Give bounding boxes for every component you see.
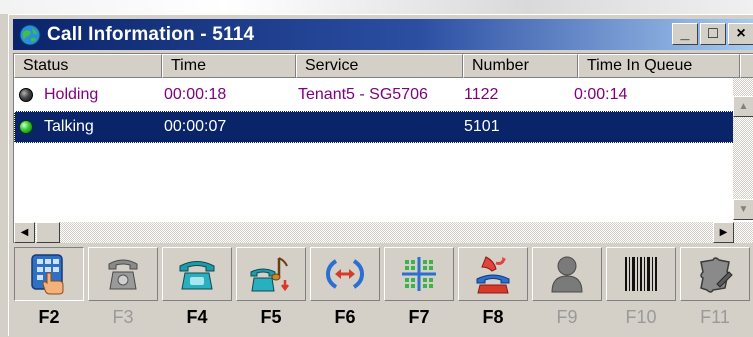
scroll-right-button[interactable]: ▶ (713, 222, 734, 243)
conference-grid-icon (402, 257, 436, 291)
f5-hold-music-button[interactable]: F5 (235, 247, 307, 333)
f3-key-label: F3 (112, 307, 134, 327)
scroll-up-icon: ▲ (738, 101, 749, 112)
title-bar[interactable]: Call Information - 5114 _ □ × (13, 19, 753, 50)
f6-key-label: F6 (334, 307, 356, 327)
table-row[interactable]: Talking 00:00:07 5101 (14, 111, 734, 143)
f7-key-label: F7 (408, 307, 430, 327)
phone-music-hold-icon (250, 257, 289, 292)
f8-key-label: F8 (482, 307, 504, 327)
maximize-icon: □ (708, 25, 718, 42)
close-button[interactable]: × (728, 23, 753, 45)
scroll-down-icon: ▼ (738, 204, 749, 215)
column-header-number[interactable]: Number (463, 54, 578, 78)
f8-hangup-button[interactable]: F8 (457, 247, 529, 333)
f9-person-button[interactable]: F9 (531, 247, 603, 333)
row-time-in-queue: 0:00:14 (574, 86, 628, 103)
person-silhouette-icon (551, 256, 583, 293)
f10-key-label: F10 (625, 307, 657, 327)
f10-barcode-button[interactable]: F10 (605, 247, 677, 333)
horizontal-scroll-thumb[interactable] (36, 222, 60, 243)
column-header-status[interactable]: Status (14, 54, 162, 78)
minimize-button[interactable]: _ (672, 23, 698, 45)
talking-status-icon (19, 120, 33, 134)
row-number: 5101 (464, 118, 500, 135)
puzzle-tool-icon (700, 257, 733, 293)
f9-key-label: F9 (556, 307, 578, 327)
minimize-icon: _ (680, 25, 690, 42)
dialpad-hand-icon (31, 254, 64, 295)
vertical-scrollbar[interactable]: ▲ ▼ (733, 78, 753, 220)
row-status: Holding (44, 86, 99, 103)
maximize-button[interactable]: □ (700, 23, 726, 45)
horizontal-scrollbar[interactable]: ◀ ▶ (14, 222, 753, 243)
call-information-window: Call Information - 5114 _ □ × Status Tim… (8, 14, 753, 336)
background-strip (0, 0, 753, 14)
phone-gray-icon (108, 259, 138, 290)
row-service: Tenant5 - SG5706 (298, 86, 428, 103)
column-header-row: Status Time Service Number Time In Queue (14, 54, 753, 78)
table-row[interactable]: Holding 00:00:18 Tenant5 - SG5706 1122 0… (14, 79, 734, 111)
column-header-time[interactable]: Time (162, 54, 296, 78)
scroll-right-icon: ▶ (719, 227, 728, 238)
transfer-arrows-icon (325, 259, 365, 289)
phone-teal-icon (179, 261, 215, 290)
row-time: 00:00:07 (164, 118, 227, 135)
row-number: 1122 (464, 86, 499, 103)
hangup-phone-icon (476, 256, 510, 294)
f4-phone-button[interactable]: F4 (161, 247, 233, 333)
barcode-icon (625, 257, 657, 291)
scroll-down-button[interactable]: ▼ (733, 199, 753, 220)
window-title: Call Information - 5114 (47, 23, 255, 45)
f5-key-label: F5 (260, 307, 282, 327)
column-header-time-in-queue[interactable]: Time In Queue (578, 54, 740, 78)
column-header-service[interactable]: Service (296, 54, 463, 78)
holding-status-icon (19, 88, 33, 102)
row-time: 00:00:18 (164, 86, 227, 103)
f6-transfer-button[interactable]: F6 (309, 247, 381, 333)
close-icon: × (736, 25, 746, 42)
scroll-left-icon: ◀ (20, 227, 29, 238)
f3-phone-button[interactable]: F3 (87, 247, 159, 333)
scroll-up-button[interactable]: ▲ (733, 96, 753, 117)
f11-key-label: F11 (700, 307, 730, 327)
f11-tool-button[interactable]: F11 (679, 247, 751, 333)
call-toolbar: F2 F3 F4 F5 F6 F7 F8 F9 F10 F11 (13, 247, 753, 337)
call-list[interactable]: Status Time Service Number Time In Queue… (13, 53, 753, 243)
scroll-left-button[interactable]: ◀ (14, 222, 35, 243)
row-status: Talking (44, 118, 94, 135)
f2-dialpad-button[interactable]: F2 (13, 247, 85, 333)
f4-key-label: F4 (186, 307, 208, 327)
app-globe-icon (19, 24, 41, 45)
column-header-filler (740, 54, 753, 78)
f2-key-label: F2 (38, 307, 60, 327)
f7-conference-button[interactable]: F7 (383, 247, 455, 333)
